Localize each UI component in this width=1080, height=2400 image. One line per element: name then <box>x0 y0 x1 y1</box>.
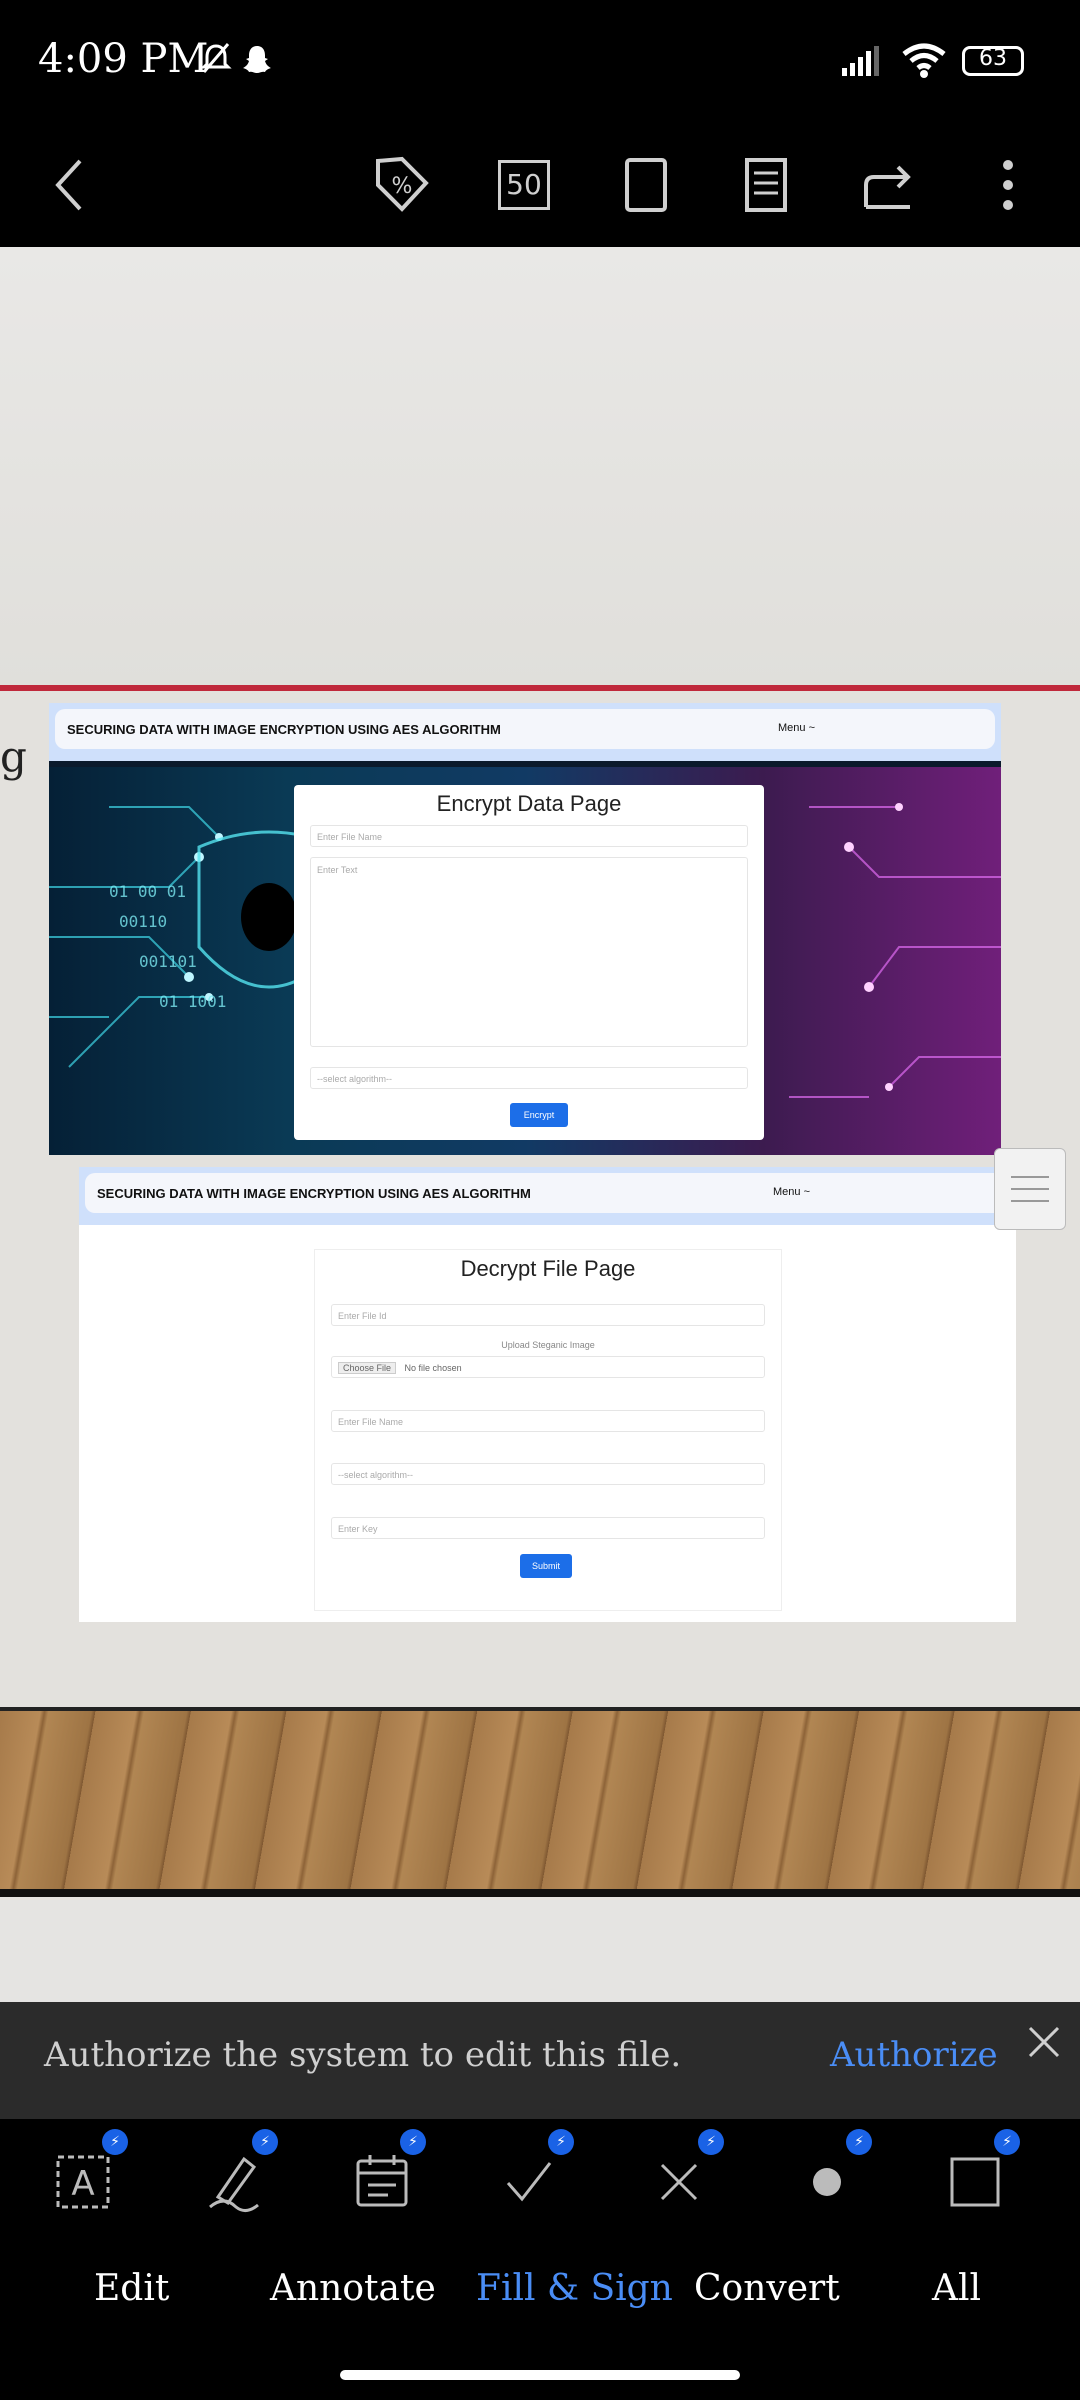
navbar-menu: Menu ~ <box>773 1186 810 1198</box>
home-indicator[interactable] <box>340 2370 740 2380</box>
snapchat-icon <box>243 46 271 73</box>
battery-icon: 63 <box>962 46 1024 76</box>
decrypt-form: Decrypt File Page Enter File Id Upload S… <box>314 1249 782 1611</box>
more-options-button[interactable] <box>978 155 1038 215</box>
svg-text:00110: 00110 <box>119 912 167 931</box>
decrypt-page-screenshot: SECURING DATA WITH IMAGE ENCRYPTION USIN… <box>79 1167 1016 1622</box>
tab-annotate[interactable]: Annotate <box>270 2268 436 2309</box>
text-area[interactable]: Enter Text <box>310 857 748 1047</box>
slide-rule-line <box>0 685 1080 691</box>
premium-bolt-icon: ⚡ <box>102 2129 128 2155</box>
premium-bolt-icon: ⚡ <box>400 2129 426 2155</box>
notifications-muted-icon <box>200 43 232 73</box>
fullscreen-icon <box>625 158 667 212</box>
reading-mode-button[interactable] <box>736 155 796 215</box>
encrypt-page-title: Encrypt Data Page <box>436 791 622 816</box>
no-file-text: No file chosen <box>404 1363 462 1373</box>
upload-label: Upload Steganic Image <box>501 1340 595 1350</box>
signature-tool[interactable]: ⚡ <box>188 2129 278 2225</box>
file-name-input[interactable]: Enter File Name <box>331 1410 765 1432</box>
next-page-area <box>0 1897 1080 2002</box>
svg-text:01 00 01: 01 00 01 <box>109 882 186 901</box>
premium-bolt-icon: ⚡ <box>698 2129 724 2155</box>
decrypt-page-title: Decrypt File Page <box>460 1256 636 1281</box>
svg-text:%: % <box>392 174 413 199</box>
tab-fill-sign[interactable]: Fill & Sign <box>476 2268 673 2309</box>
fullscreen-button[interactable] <box>616 155 676 215</box>
clock: 4:09 PM <box>38 36 209 82</box>
svg-text:001101: 001101 <box>139 952 197 971</box>
discount-tag-icon: % <box>376 156 429 212</box>
premium-bolt-icon: ⚡ <box>846 2129 872 2155</box>
back-button[interactable] <box>40 155 100 215</box>
navbar: SECURING DATA WITH IMAGE ENCRYPTION USIN… <box>49 703 1001 761</box>
wood-floor-background <box>0 1707 1080 1901</box>
navbar-title: SECURING DATA WITH IMAGE ENCRYPTION USIN… <box>67 722 501 737</box>
navbar: SECURING DATA WITH IMAGE ENCRYPTION USIN… <box>79 1167 1016 1225</box>
page-number-button[interactable]: 50 <box>494 155 554 215</box>
slide-background <box>0 247 1080 687</box>
date-tool[interactable]: ⚡ <box>336 2129 426 2225</box>
status-bar: 4:09 PM 63 <box>0 0 1080 125</box>
share-icon <box>864 165 911 209</box>
encrypt-button[interactable]: Encrypt <box>510 1103 568 1127</box>
key-input[interactable]: Enter Key <box>331 1517 765 1539</box>
svg-text:01 1001: 01 1001 <box>159 992 226 1011</box>
cropped-text-fragment: g <box>0 732 27 781</box>
authorize-button[interactable]: Authorize <box>830 2035 998 2075</box>
battery-level: 63 <box>979 46 1007 71</box>
back-arrow-icon <box>55 159 82 211</box>
file-name-input[interactable]: Enter File Name <box>310 825 748 847</box>
premium-bolt-icon: ⚡ <box>994 2129 1020 2155</box>
top-toolbar: % 50 <box>0 125 1080 247</box>
algorithm-select[interactable]: --select algorithm-- <box>331 1463 765 1485</box>
document-viewer[interactable]: g SECURING DATA WITH IMAGE ENCRYPTION US… <box>0 247 1080 2002</box>
discount-tag-button[interactable]: % <box>372 155 432 215</box>
page-number-box: 50 <box>498 160 550 210</box>
authorize-message: Authorize the system to edit this file. <box>44 2035 682 2075</box>
signal-icon <box>842 46 879 76</box>
dot-tool[interactable]: ⚡ <box>782 2129 872 2225</box>
tab-all[interactable]: All <box>932 2268 981 2309</box>
share-button[interactable] <box>858 155 918 215</box>
file-chooser[interactable]: Choose File No file chosen <box>331 1356 765 1378</box>
rectangle-tool[interactable]: ⚡ <box>930 2129 1020 2225</box>
tab-convert[interactable]: Convert <box>694 2268 840 2309</box>
file-id-input[interactable]: Enter File Id <box>331 1304 765 1326</box>
choose-file-button[interactable]: Choose File <box>338 1362 397 1374</box>
algorithm-select[interactable]: --select algorithm-- <box>310 1067 748 1089</box>
document-view-icon <box>745 158 787 212</box>
navbar-menu: Menu ~ <box>778 722 815 734</box>
close-icon[interactable] <box>1022 2020 1066 2064</box>
cross-tool[interactable]: ⚡ <box>634 2129 724 2225</box>
submit-button[interactable]: Submit <box>520 1554 572 1578</box>
svg-text:A: A <box>71 2164 94 2204</box>
tab-edit[interactable]: Edit <box>94 2268 169 2309</box>
encrypt-form: Encrypt Data Page Enter File Name Enter … <box>294 785 764 1140</box>
scroll-handle[interactable] <box>994 1148 1066 1230</box>
wifi-icon <box>902 43 946 78</box>
drag-handle-icon <box>1011 1176 1049 1202</box>
more-vertical-icon <box>1003 160 1013 210</box>
text-field-tool[interactable]: A ⚡ <box>38 2129 128 2225</box>
premium-bolt-icon: ⚡ <box>252 2129 278 2155</box>
encrypt-page-screenshot: SECURING DATA WITH IMAGE ENCRYPTION USIN… <box>49 703 1001 1155</box>
navbar-title: SECURING DATA WITH IMAGE ENCRYPTION USIN… <box>97 1186 531 1201</box>
checkmark-tool[interactable]: ⚡ <box>484 2129 574 2225</box>
premium-bolt-icon: ⚡ <box>548 2129 574 2155</box>
